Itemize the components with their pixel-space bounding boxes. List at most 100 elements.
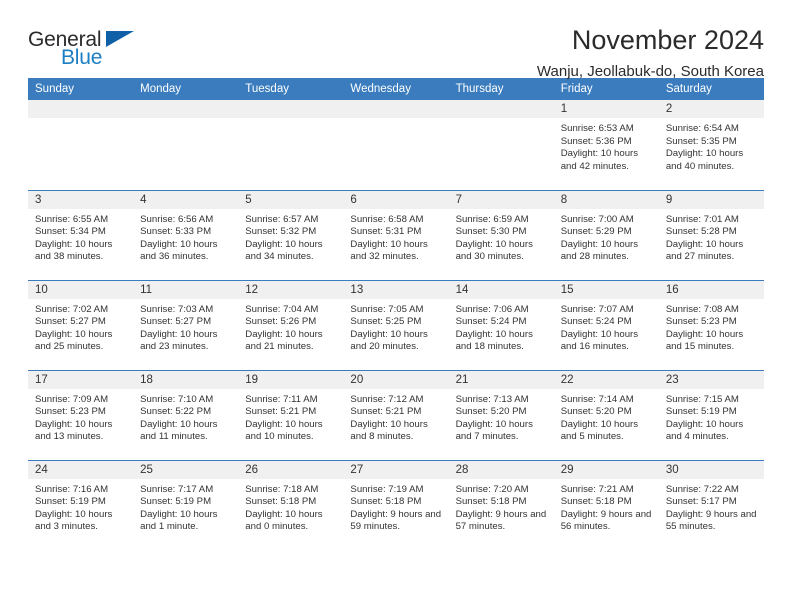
day-number: 18 bbox=[133, 370, 239, 389]
page-header: General Blue November 2024 Wanju, Jeolla… bbox=[28, 0, 764, 81]
sunset-text: Sunset: 5:18 PM bbox=[560, 496, 632, 508]
day-cell[interactable]: 12 Sunrise: 7:04 AM Sunset: 5:26 PM Dayligh… bbox=[238, 279, 344, 370]
sunrise-text: Sunrise: 7:08 AM bbox=[665, 303, 739, 315]
daylight-text: Daylight: 10 hours and 42 minutes. bbox=[560, 148, 639, 172]
day-number bbox=[133, 100, 239, 118]
sunset-text: Sunset: 5:19 PM bbox=[35, 496, 106, 508]
weekday-header-sunday: Sunday bbox=[28, 78, 134, 100]
day-cell[interactable]: 27 Sunrise: 7:19 AM Sunset: 5:18 PM Dayligh… bbox=[343, 459, 449, 550]
sunrise-text: Sunrise: 7:11 AM bbox=[245, 393, 318, 405]
day-cell[interactable]: 19 Sunrise: 7:11 AM Sunset: 5:21 PM Dayligh… bbox=[238, 369, 344, 460]
day-cell[interactable]: 9 Sunrise: 7:01 AM Sunset: 5:28 PM Daylight… bbox=[658, 189, 764, 280]
sunrise-text: Sunrise: 7:09 AM bbox=[35, 393, 109, 405]
day-cell[interactable]: 8 Sunrise: 7:00 AM Sunset: 5:29 PM Daylight… bbox=[553, 189, 659, 280]
daylight-text: Daylight: 9 hours and 56 minutes. bbox=[560, 508, 652, 533]
day-cell[interactable]: 5 Sunrise: 6:57 AM Sunset: 5:32 PM Daylight… bbox=[238, 189, 344, 280]
day-number: 22 bbox=[553, 370, 659, 389]
title-block: November 2024 Wanju, Jeollabuk-do, South… bbox=[146, 26, 764, 81]
day-info bbox=[238, 118, 343, 123]
day-number: 27 bbox=[343, 460, 449, 479]
day-number: 2 bbox=[658, 100, 764, 118]
day-cell[interactable]: 21 Sunrise: 7:13 AM Sunset: 5:20 PM Dayligh… bbox=[448, 369, 554, 460]
day-cell[interactable]: 29 Sunrise: 7:21 AM Sunset: 5:18 PM Dayligh… bbox=[553, 459, 659, 550]
sunset-text: Sunset: 5:23 PM bbox=[35, 406, 106, 418]
day-number: 8 bbox=[553, 190, 659, 209]
sunrise-text: Sunrise: 7:01 AM bbox=[665, 213, 739, 225]
daylight-text: Daylight: 10 hours and 40 minutes. bbox=[665, 148, 744, 172]
day-number: 9 bbox=[658, 190, 764, 209]
day-cell[interactable]: 30 Sunrise: 7:22 AM Sunset: 5:17 PM Dayligh… bbox=[658, 459, 764, 550]
day-info: Sunrise: 7:17 AM Sunset: 5:19 PM Daylight:… bbox=[133, 479, 238, 534]
daylight-text: Daylight: 10 hours and 11 minutes. bbox=[140, 418, 218, 443]
sunrise-text: Sunrise: 7:12 AM bbox=[350, 393, 424, 405]
daylight-text: Daylight: 10 hours and 27 minutes. bbox=[665, 238, 744, 263]
day-number: 21 bbox=[448, 370, 554, 389]
daylight-text: Daylight: 9 hours and 59 minutes. bbox=[350, 508, 442, 533]
daylight-text: Daylight: 10 hours and 16 minutes. bbox=[560, 328, 639, 353]
day-cell[interactable]: 24 Sunrise: 7:16 AM Sunset: 5:19 PM Dayligh… bbox=[28, 459, 134, 550]
day-cell[interactable]: 11 Sunrise: 7:03 AM Sunset: 5:27 PM Dayligh… bbox=[133, 279, 239, 370]
day-cell[interactable] bbox=[448, 100, 554, 190]
day-cell[interactable]: 3 Sunrise: 6:55 AM Sunset: 5:34 PM Daylight… bbox=[28, 189, 134, 280]
sunrise-text: Sunrise: 7:18 AM bbox=[245, 483, 319, 495]
sunset-text: Sunset: 5:20 PM bbox=[560, 406, 632, 418]
day-number bbox=[238, 100, 344, 118]
sunset-text: Sunset: 5:33 PM bbox=[140, 226, 212, 238]
day-cell[interactable]: 6 Sunrise: 6:58 AM Sunset: 5:31 PM Daylight… bbox=[343, 189, 449, 280]
day-number bbox=[448, 100, 554, 118]
sunrise-text: Sunrise: 7:16 AM bbox=[35, 483, 109, 495]
day-cell[interactable]: 4 Sunrise: 6:56 AM Sunset: 5:33 PM Daylight… bbox=[133, 189, 239, 280]
sunset-text: Sunset: 5:28 PM bbox=[665, 226, 737, 238]
daylight-text: Daylight: 10 hours and 4 minutes. bbox=[665, 418, 744, 443]
day-info: Sunrise: 7:14 AM Sunset: 5:20 PM Daylight:… bbox=[554, 389, 659, 444]
day-info: Sunrise: 7:18 AM Sunset: 5:18 PM Daylight:… bbox=[238, 479, 343, 534]
day-cell[interactable]: 16 Sunrise: 7:08 AM Sunset: 5:23 PM Dayligh… bbox=[658, 279, 764, 370]
day-number: 20 bbox=[343, 370, 449, 389]
day-cell[interactable] bbox=[133, 100, 239, 190]
day-cell[interactable]: 14 Sunrise: 7:06 AM Sunset: 5:24 PM Dayligh… bbox=[448, 279, 554, 370]
day-cell[interactable]: 2 Sunrise: 6:54 AM Sunset: 5:35 PM Daylight… bbox=[658, 100, 764, 190]
day-cell[interactable] bbox=[28, 100, 134, 190]
day-number: 12 bbox=[238, 280, 344, 299]
day-info bbox=[449, 118, 554, 123]
sunset-text: Sunset: 5:21 PM bbox=[245, 406, 317, 418]
sunrise-text: Sunrise: 6:56 AM bbox=[140, 213, 214, 225]
day-number: 13 bbox=[343, 280, 449, 299]
day-cell[interactable]: 18 Sunrise: 7:10 AM Sunset: 5:22 PM Dayligh… bbox=[133, 369, 239, 460]
day-cell[interactable]: 28 Sunrise: 7:20 AM Sunset: 5:18 PM Dayligh… bbox=[448, 459, 554, 550]
day-cell[interactable] bbox=[343, 100, 449, 190]
day-info: Sunrise: 7:21 AM Sunset: 5:18 PM Daylight:… bbox=[554, 479, 659, 534]
day-cell[interactable]: 22 Sunrise: 7:14 AM Sunset: 5:20 PM Dayligh… bbox=[553, 369, 659, 460]
day-info: Sunrise: 7:00 AM Sunset: 5:29 PM Daylight:… bbox=[554, 209, 659, 264]
day-number: 14 bbox=[448, 280, 554, 299]
day-cell[interactable]: 13 Sunrise: 7:05 AM Sunset: 5:25 PM Dayligh… bbox=[343, 279, 449, 370]
sunset-text: Sunset: 5:26 PM bbox=[245, 316, 317, 328]
sunrise-text: Sunrise: 6:58 AM bbox=[350, 213, 424, 225]
weekday-header-monday: Monday bbox=[133, 78, 239, 100]
day-cell[interactable]: 7 Sunrise: 6:59 AM Sunset: 5:30 PM Daylight… bbox=[448, 189, 554, 280]
day-cell[interactable]: 15 Sunrise: 7:07 AM Sunset: 5:24 PM Dayligh… bbox=[553, 279, 659, 370]
daylight-text: Daylight: 10 hours and 25 minutes. bbox=[35, 328, 113, 353]
day-cell[interactable]: 10 Sunrise: 7:02 AM Sunset: 5:27 PM Dayligh… bbox=[28, 279, 134, 370]
weekday-header-thursday: Thursday bbox=[448, 78, 554, 100]
day-cell[interactable]: 26 Sunrise: 7:18 AM Sunset: 5:18 PM Dayligh… bbox=[238, 459, 344, 550]
day-info: Sunrise: 6:58 AM Sunset: 5:31 PM Daylight:… bbox=[343, 209, 448, 264]
sunrise-text: Sunrise: 7:22 AM bbox=[665, 483, 739, 495]
daylight-text: Daylight: 10 hours and 5 minutes. bbox=[560, 418, 639, 443]
day-cell[interactable]: 20 Sunrise: 7:12 AM Sunset: 5:21 PM Dayligh… bbox=[343, 369, 449, 460]
sunset-text: Sunset: 5:36 PM bbox=[560, 135, 632, 147]
day-number bbox=[343, 100, 449, 118]
day-cell[interactable]: 17 Sunrise: 7:09 AM Sunset: 5:23 PM Dayligh… bbox=[28, 369, 134, 460]
sunset-text: Sunset: 5:32 PM bbox=[245, 226, 317, 238]
day-cell[interactable]: 25 Sunrise: 7:17 AM Sunset: 5:19 PM Dayligh… bbox=[133, 459, 239, 550]
sunset-text: Sunset: 5:35 PM bbox=[665, 135, 737, 147]
day-number: 15 bbox=[553, 280, 659, 299]
day-cell[interactable] bbox=[238, 100, 344, 190]
daylight-text: Daylight: 10 hours and 10 minutes. bbox=[245, 418, 323, 443]
day-number: 10 bbox=[28, 280, 134, 299]
day-cell[interactable]: 1 Sunrise: 6:53 AM Sunset: 5:36 PM Daylight… bbox=[553, 100, 659, 190]
sunrise-text: Sunrise: 7:04 AM bbox=[245, 303, 319, 315]
sunrise-text: Sunrise: 7:19 AM bbox=[350, 483, 424, 495]
day-cell[interactable]: 23 Sunrise: 7:15 AM Sunset: 5:19 PM Dayligh… bbox=[658, 369, 764, 460]
sunset-text: Sunset: 5:34 PM bbox=[35, 226, 106, 238]
